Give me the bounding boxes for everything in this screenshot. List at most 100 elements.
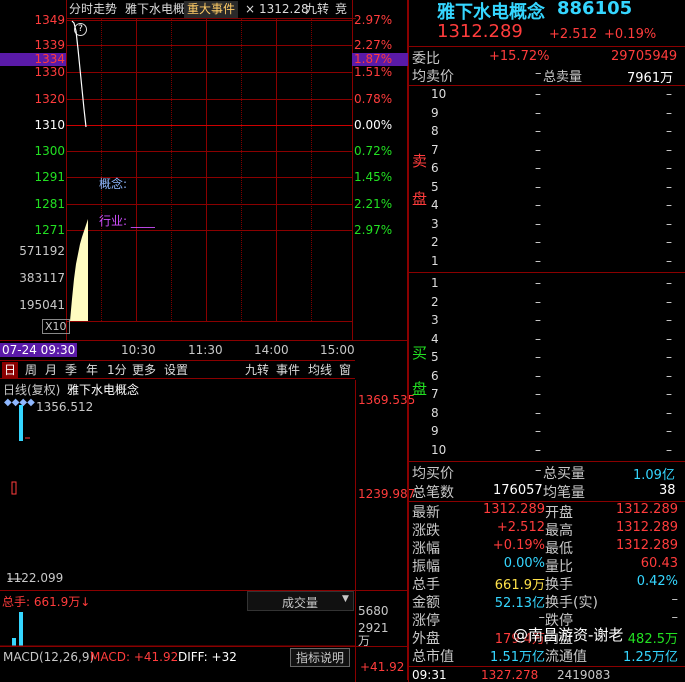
stat-value: 0.42% [636, 574, 678, 589]
buy-level: 8 [431, 405, 439, 420]
indicator-dropdown[interactable]: 成交量 ▼ [247, 591, 354, 611]
kline-chart[interactable]: 日线(复权) 雅下水电概念 ◆◆◆◆ 1356.512 1369.535 123… [0, 380, 415, 682]
sell-level: 2 [431, 235, 439, 249]
sell-price: – [535, 142, 541, 157]
tab-month[interactable]: 月 [45, 362, 57, 378]
tab-settings[interactable]: 设置 [164, 362, 188, 378]
time-label: 15:00 [320, 343, 355, 357]
tab-quarter[interactable]: 季 [65, 362, 77, 378]
tab-day[interactable]: 日 [2, 362, 18, 378]
tab-stock-name[interactable]: 雅下水电概 [122, 1, 188, 18]
tab-events[interactable]: 事件 [276, 362, 300, 378]
buy-level: 4 [431, 331, 439, 346]
stat-value: – [671, 592, 679, 607]
buy-level: 3 [431, 313, 439, 327]
buy-level: 6 [431, 368, 439, 383]
buy-volume: – [666, 442, 672, 457]
stat-value: 1312.289 [482, 502, 545, 517]
buy-level: 9 [431, 424, 439, 438]
tab-week[interactable]: 周 [25, 362, 37, 378]
buy-volume: – [666, 276, 672, 290]
buy-level: 10 [431, 442, 447, 457]
stat-label: 振幅 [412, 559, 440, 575]
sell-level: 8 [431, 124, 439, 138]
sell-order-book: 10 – – 9 – – 8 – – 7 – – 6 – – 5 – – 4 – – 3 – – 2 – – 1 – – [409, 87, 685, 272]
avg-sell-dash: – [535, 66, 542, 81]
buy-price: – [535, 368, 541, 383]
tick-time: 09:31 [412, 668, 447, 682]
sell-level: 7 [431, 142, 439, 157]
avg-trade-label: 均笔量 [543, 485, 585, 501]
time-label: 14:00 [254, 343, 289, 357]
sell-volume: – [666, 142, 672, 157]
total-trades-value: 176057 [493, 483, 543, 498]
buy-price: – [535, 350, 541, 364]
sell-level: 5 [431, 179, 439, 194]
sell-volume: – [666, 161, 672, 175]
stat-label: 总手 [412, 577, 440, 593]
stat-label: 涨停 [412, 613, 440, 629]
kline-axis-mid: 1239.987 [358, 487, 416, 501]
stat-value: 1312.289 [615, 502, 678, 517]
tab-auction[interactable]: 竞 [332, 1, 350, 18]
stat-label: 最低 [545, 541, 573, 557]
stat-label: 量比 [545, 559, 573, 575]
stat-value: 661.9万 [494, 578, 545, 593]
macd-axis-label: +41.92 [360, 660, 405, 674]
sell-price: – [535, 198, 541, 212]
buy-level: 5 [431, 350, 439, 364]
indicator-help-button[interactable]: 指标说明 [290, 648, 351, 667]
sell-volume: – [666, 124, 672, 138]
avg-sell-label: 均卖价 [412, 69, 454, 85]
stat-label: 开盘 [545, 505, 573, 521]
tab-nine-turn[interactable]: 九转 [245, 362, 269, 378]
avg-buy-label: 均买价 [412, 466, 454, 482]
buy-price: – [535, 405, 541, 420]
stat-label: 最高 [545, 523, 573, 539]
stat-label: 外盘 [412, 631, 440, 647]
stat-label: 流通值 [545, 649, 587, 665]
buy-price: – [535, 442, 541, 457]
tab-more[interactable]: 更多 [132, 362, 156, 378]
last-price: 1312.289 [437, 21, 523, 42]
kline-candles [8, 405, 30, 580]
stat-value: 0.00% [503, 556, 545, 571]
total-trades-label: 总笔数 [412, 485, 454, 501]
tab-window[interactable]: 窗 [339, 362, 351, 378]
macd-value: MACD: +41.92 [90, 650, 179, 664]
tab-intraday[interactable]: 分时走势 [66, 1, 120, 18]
buy-volume: – [666, 405, 672, 420]
stat-label: 换手 [545, 577, 573, 593]
buy-price: – [535, 387, 541, 401]
tab-major-events[interactable]: 重大事件 [184, 1, 239, 18]
buy-price: – [535, 424, 541, 438]
intraday-chart[interactable]: 1349 1339 1334 1330 1320 1310 1300 1291 … [0, 0, 408, 680]
weicha-value: 29705949 [611, 49, 678, 64]
sell-price: – [535, 105, 541, 120]
tab-1min[interactable]: 1分 [107, 362, 127, 378]
diff-value: DIFF: +32 [178, 650, 237, 664]
sell-level: 3 [431, 216, 439, 231]
total-sell-value: 7961万 [627, 71, 674, 86]
sell-volume: – [666, 105, 672, 120]
chevron-down-icon: ▼ [342, 594, 349, 604]
stat-label: 总市值 [412, 649, 454, 665]
tab-ma[interactable]: 均线 [308, 362, 332, 378]
buy-price: – [535, 294, 541, 309]
sell-price: – [535, 216, 541, 231]
stat-value: 1312.289 [615, 520, 678, 535]
stat-value: 52.13亿 [494, 596, 545, 611]
price-change: +2.512 [549, 27, 598, 42]
buy-volume: – [666, 331, 672, 346]
stat-label: 换手(实) [545, 595, 598, 611]
price-change-pct: +0.19% [604, 27, 657, 42]
sell-volume: – [666, 216, 672, 231]
weibi-value: +15.72% [489, 49, 550, 64]
sell-price: – [535, 87, 541, 101]
tab-year[interactable]: 年 [86, 362, 98, 378]
buy-volume: – [666, 294, 672, 309]
stock-code: 886105 [557, 0, 633, 19]
sell-level: 10 [431, 87, 447, 101]
tick-price: 1327.278 [481, 668, 539, 682]
tab-nine-turn[interactable]: 九转 [302, 1, 332, 18]
